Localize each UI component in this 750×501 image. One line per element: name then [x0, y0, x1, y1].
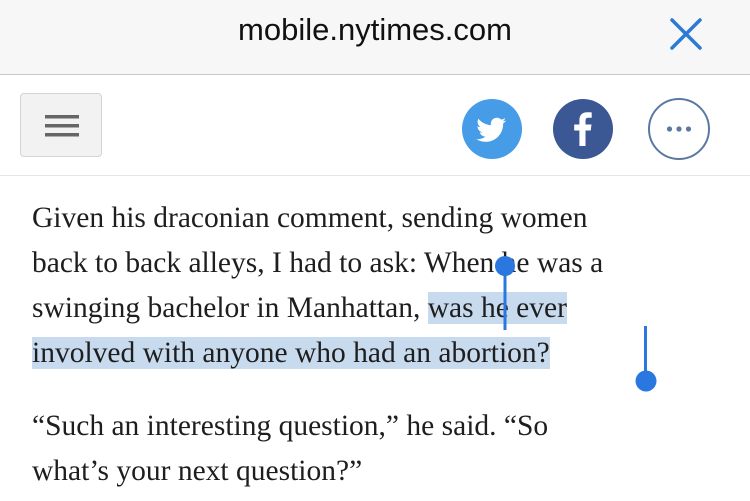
article-paragraph: “Such an interesting question,” he said.…	[32, 404, 732, 494]
selection-start-handle[interactable]	[494, 254, 518, 330]
close-icon[interactable]	[664, 12, 708, 56]
more-dots-icon	[666, 126, 692, 132]
paragraph-line: “Such an interesting question,” he said.…	[32, 410, 549, 442]
article-toolbar	[0, 75, 750, 176]
line-text: swinging bachelor in Manhattan,	[32, 292, 428, 324]
article-body: Given his draconian comment, sending wom…	[32, 196, 732, 494]
facebook-f-icon	[574, 112, 592, 146]
paragraph-line: involved with anyone who had an abortion…	[32, 331, 732, 376]
line-text: back to back alleys, I had to ask:	[32, 247, 424, 279]
more-share-button[interactable]	[648, 98, 710, 160]
facebook-share-button[interactable]	[553, 99, 613, 159]
twitter-bird-icon	[476, 117, 507, 142]
twitter-share-button[interactable]	[462, 99, 522, 159]
browser-top-bar: mobile.nytimes.com	[0, 0, 750, 75]
paragraph-line: back to back alleys, I had to ask: When …	[32, 241, 732, 286]
paragraph-line: what’s your next question?”	[32, 455, 363, 487]
menu-button[interactable]	[20, 93, 102, 157]
hamburger-menu-icon	[45, 115, 79, 137]
article-paragraph: Given his draconian comment, sending wom…	[32, 196, 732, 376]
paragraph-line: swinging bachelor in Manhattan, was he e…	[32, 286, 732, 331]
paragraph-line: Given his draconian comment, sending wom…	[32, 202, 588, 234]
selected-text[interactable]: involved with anyone who had an abortion…	[32, 337, 550, 369]
url-text[interactable]: mobile.nytimes.com	[0, 12, 750, 48]
selection-end-handle[interactable]	[634, 326, 660, 394]
